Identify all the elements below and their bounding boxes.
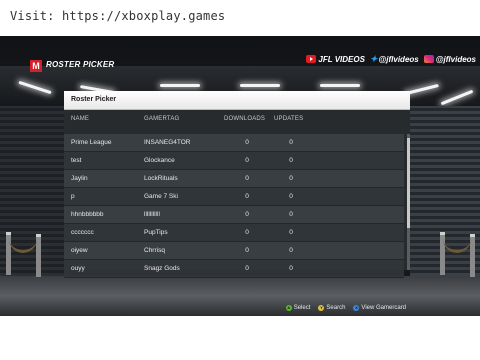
panel-header: Roster Picker — [64, 91, 410, 110]
row-updates: 0 — [289, 247, 293, 254]
ceiling-light — [160, 84, 200, 87]
ceiling-light — [240, 84, 280, 87]
table-row[interactable]: Jaylin LockRituals 0 0 — [64, 170, 404, 188]
view-gamercard-hint[interactable]: X View Gamercard — [353, 305, 406, 311]
table-scrollbar[interactable] — [407, 134, 410, 270]
row-downloads: 0 — [245, 265, 249, 272]
row-gamertag: Chrrisq — [144, 247, 165, 254]
row-updates: 0 — [289, 193, 293, 200]
row-name: test — [71, 157, 82, 164]
instagram-icon — [423, 55, 434, 64]
twitter-icon: ✦ — [369, 53, 378, 64]
watermark-text: Visit: https://xboxplay.games — [10, 9, 226, 23]
row-updates: 0 — [289, 157, 293, 164]
row-name: Prime League — [71, 139, 112, 146]
table-row[interactable]: ouyy Snagz Gods 0 0 — [64, 260, 404, 278]
button-hints: A Select Y Search X View Gamercard — [285, 305, 406, 311]
social-youtube: JFL VIDEOS — [306, 55, 365, 64]
game-scene: M ROSTER PICKER JFL VIDEOS ✦@jflvideos @… — [0, 36, 480, 316]
table-row[interactable]: test Glockance 0 0 — [64, 152, 404, 170]
social-label: @jflvideos — [378, 54, 419, 64]
table-row[interactable]: p Game 7 Ski 0 0 — [64, 188, 404, 206]
a-button-icon: A — [285, 305, 292, 311]
roster-table: NAME GAMERTAG DOWNLOADS UPDATES Prime Le… — [64, 110, 410, 278]
row-gamertag: INSANEG4TOR — [144, 139, 191, 146]
bottom-margin — [0, 316, 480, 360]
column-header-gamertag[interactable]: GAMERTAG — [144, 116, 179, 122]
row-updates: 0 — [289, 175, 293, 182]
table-row[interactable]: hhnbbbbbb lllllllllll 0 0 — [64, 206, 404, 224]
table-row[interactable]: Prime League INSANEG4TOR 0 0 — [64, 134, 404, 152]
social-label: JFL VIDEOS — [318, 54, 365, 64]
row-downloads: 0 — [245, 175, 249, 182]
column-header-updates[interactable]: UPDATES — [274, 116, 303, 122]
row-downloads: 0 — [245, 247, 249, 254]
table-row[interactable]: ccccccc PupTips 0 0 — [64, 224, 404, 242]
row-name: hhnbbbbbb — [71, 211, 104, 218]
screen-title: ROSTER PICKER — [46, 60, 115, 69]
row-updates: 0 — [289, 229, 293, 236]
row-gamertag: lllllllllll — [144, 211, 160, 218]
youtube-icon — [306, 55, 317, 64]
row-name: ccccccc — [71, 229, 94, 236]
table-row[interactable]: oiyew Chrrisq 0 0 — [64, 242, 404, 260]
scrollbar-thumb[interactable] — [407, 138, 410, 228]
y-button-icon: Y — [318, 305, 325, 311]
row-name: ouyy — [71, 265, 85, 272]
row-gamertag: LockRituals — [144, 175, 178, 182]
social-twitter: ✦@jflvideos — [370, 54, 419, 65]
row-downloads: 0 — [245, 157, 249, 164]
row-updates: 0 — [289, 265, 293, 272]
madden-logo: M — [30, 60, 42, 72]
row-gamertag: Game 7 Ski — [144, 193, 178, 200]
row-gamertag: Snagz Gods — [144, 265, 180, 272]
row-downloads: 0 — [245, 211, 249, 218]
row-gamertag: Glockance — [144, 157, 175, 164]
panel-title: Roster Picker — [71, 96, 117, 103]
social-label: @jflvideos — [435, 54, 476, 64]
row-gamertag: PupTips — [144, 229, 168, 236]
row-downloads: 0 — [245, 229, 249, 236]
row-name: oiyew — [71, 247, 88, 254]
row-name: Jaylin — [71, 175, 88, 182]
row-updates: 0 — [289, 139, 293, 146]
social-instagram: @jflvideos — [423, 54, 476, 64]
game-header: M ROSTER PICKER JFL VIDEOS ✦@jflvideos @… — [0, 44, 480, 74]
x-button-icon: X — [353, 305, 360, 311]
select-hint[interactable]: A Select — [285, 305, 311, 311]
roster-picker-panel: Roster Picker NAME GAMERTAG DOWNLOADS UP… — [64, 91, 410, 316]
column-header-name[interactable]: NAME — [71, 116, 89, 122]
column-header-downloads[interactable]: DOWNLOADS — [224, 116, 265, 122]
row-downloads: 0 — [245, 193, 249, 200]
social-handles: JFL VIDEOS ✦@jflvideos @jflvideos — [306, 52, 476, 66]
hint-label: Select — [293, 305, 311, 311]
row-downloads: 0 — [245, 139, 249, 146]
watermark-bar: Visit: https://xboxplay.games — [0, 0, 480, 36]
hint-label: View Gamercard — [361, 305, 406, 311]
hint-label: Search — [326, 305, 346, 311]
row-name: p — [71, 193, 75, 200]
roster-rows: Prime League INSANEG4TOR 0 0 test Glocka… — [64, 134, 404, 278]
row-updates: 0 — [289, 211, 293, 218]
ceiling-light — [320, 84, 360, 87]
search-hint[interactable]: Y Search — [318, 305, 345, 311]
